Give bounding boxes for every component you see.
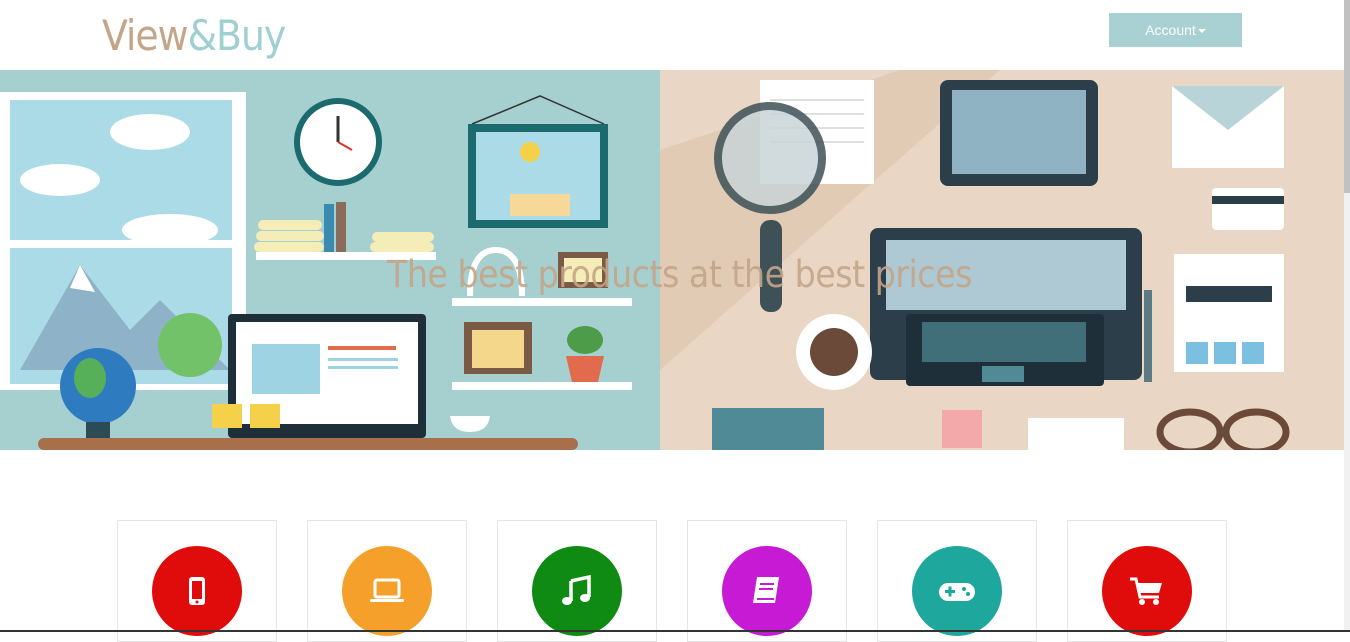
- account-dropdown-button[interactable]: Account: [1109, 13, 1242, 47]
- caret-down-icon: [1197, 29, 1206, 34]
- account-label: Account: [1145, 22, 1196, 38]
- shopping-cart-icon: [1130, 577, 1162, 605]
- category-circle: [342, 546, 432, 636]
- category-card-computers[interactable]: [307, 520, 467, 642]
- top-header: View&Buy Account: [0, 0, 1350, 70]
- mobile-phone-icon: [189, 577, 205, 605]
- category-grid: [117, 520, 1227, 642]
- category-circle: [532, 546, 622, 636]
- music-note-icon: [562, 574, 591, 605]
- hero-tagline: The best products at the best prices: [387, 253, 972, 296]
- category-circle: [152, 546, 242, 636]
- page-scrollbar[interactable]: [1344, 0, 1350, 632]
- category-card-phones[interactable]: [117, 520, 277, 642]
- category-circle: [722, 546, 812, 636]
- book-icon: [753, 577, 779, 603]
- hero-banner: The best products at the best prices: [0, 70, 1344, 450]
- laptop-icon: [370, 578, 404, 602]
- gamepad-icon: [939, 583, 975, 601]
- logo-text-view: View: [102, 11, 189, 60]
- category-card-music[interactable]: [497, 520, 657, 642]
- category-card-cart[interactable]: [1067, 520, 1227, 642]
- category-card-games[interactable]: [877, 520, 1037, 642]
- site-logo[interactable]: View&Buy: [102, 10, 287, 62]
- category-circle: [912, 546, 1002, 636]
- category-circle: [1102, 546, 1192, 636]
- logo-text-buy: &Buy: [187, 11, 287, 60]
- scrollbar-thumb[interactable]: [1344, 0, 1350, 193]
- category-card-books[interactable]: [687, 520, 847, 642]
